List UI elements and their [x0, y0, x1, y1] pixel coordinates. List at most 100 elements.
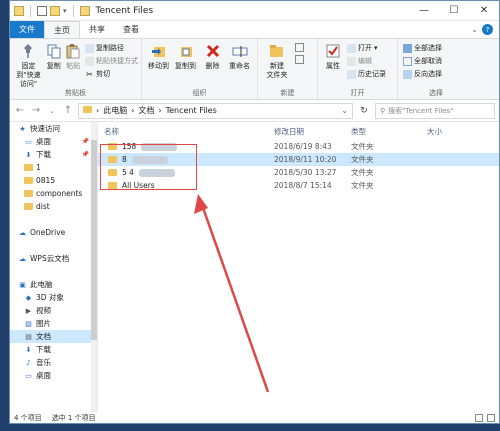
select-all-label: 全部选择 [414, 44, 442, 52]
desktop-icon: ▭ [25, 137, 32, 146]
chevron-down-icon[interactable]: ⌄ [341, 106, 348, 115]
group-open: 属性 打开 ▾ 编辑 历史记录 打开 [318, 39, 398, 99]
easy-access-icon [295, 55, 304, 64]
refresh-icon[interactable]: ↻ [357, 106, 371, 116]
history-dropdown-icon[interactable]: ⌄ [46, 107, 58, 115]
scissors-icon: ✂ [86, 69, 93, 79]
sidebar-item[interactable]: ⬇ 下载 [10, 343, 97, 356]
history-button[interactable]: 历史记录 [347, 69, 386, 79]
nav-scroll-thumb[interactable] [91, 140, 97, 340]
move-to-button[interactable]: 移动到 [145, 42, 172, 71]
cube-icon: ◆ [25, 293, 32, 302]
sidebar-item[interactable]: 0815 [10, 174, 97, 187]
sidebar-item[interactable]: ▭ 桌面 [10, 369, 97, 382]
item-count: 4 个项目 [14, 413, 42, 422]
sidebar-item[interactable]: ▣ 此电脑 [10, 278, 97, 291]
tab-file[interactable]: 文件 [10, 21, 44, 38]
sidebar-item[interactable]: ◆ 3D 对象 [10, 291, 97, 304]
folder-icon [83, 106, 92, 115]
ribbon: 固定到"快速访问" 复制 粘贴 复制路径 粘贴快捷方式 ✂ 剪切 剪贴板 移动到… [10, 38, 499, 100]
delete-button[interactable]: 删除 [199, 42, 226, 71]
sidebar-item[interactable]: ▨ 图片 [10, 317, 97, 330]
sidebar-item[interactable]: components [10, 187, 97, 200]
address-bar[interactable]: › 此电脑 › 文档 › Tencent Files ⌄ [78, 102, 353, 119]
sidebar-item[interactable]: ☁ WPS云文档 [10, 252, 97, 265]
sidebar-item-label: 桌面 [36, 137, 51, 146]
sidebar-item[interactable]: ♪ 音乐 [10, 356, 97, 369]
tab-share[interactable]: 共享 [80, 21, 114, 38]
file-type-cell: 文件夹 [351, 155, 374, 164]
ribbon-controls: ⌄ ? [471, 21, 499, 38]
open-button[interactable]: 打开 ▾ [347, 43, 386, 53]
help-icon[interactable]: ? [482, 24, 493, 35]
sidebar-item[interactable]: ▤ 文档 [10, 330, 97, 343]
sidebar-item[interactable]: 1 [10, 161, 97, 174]
document-icon: ▤ [25, 332, 32, 341]
group-new: 新建 文件夹 新建 [258, 39, 318, 99]
sidebar-item[interactable]: dist [10, 200, 97, 213]
column-type[interactable]: 类型 [345, 126, 421, 137]
nav-scrollbar[interactable] [91, 122, 97, 412]
sidebar-item[interactable]: ★ 快速访问 [10, 122, 97, 135]
breadcrumb-this-pc[interactable]: 此电脑 [103, 105, 127, 116]
qa-dropdown-icon[interactable]: ▾ [63, 7, 67, 15]
view-switcher [475, 413, 499, 422]
breadcrumb-separator: › [96, 106, 100, 115]
maximize-button[interactable]: ☐ [439, 1, 469, 21]
quick-access-toolbar: ▾ [10, 4, 90, 17]
paste-label: 粘贴 [66, 62, 81, 70]
new-folder-button[interactable]: 新建 文件夹 [261, 42, 293, 80]
breadcrumb-tencent-files[interactable]: Tencent Files [166, 106, 217, 115]
easy-access-button[interactable] [295, 55, 304, 64]
copy-button[interactable]: 复制 [44, 42, 64, 71]
new-folder-label: 新建 文件夹 [266, 62, 288, 79]
up-icon[interactable]: ↑ [62, 105, 74, 116]
copy-path-button[interactable]: 复制路径 [85, 43, 138, 53]
new-folder-icon[interactable] [50, 5, 60, 16]
select-none-button[interactable]: 全部取消 [403, 56, 442, 66]
copy-to-button[interactable]: 复制到 [172, 42, 199, 71]
sidebar-item[interactable]: ▶ 视频 [10, 304, 97, 317]
close-button[interactable]: ✕ [469, 1, 499, 21]
star-icon: ★ [19, 124, 26, 133]
pin-quick-access-button[interactable]: 固定到"快速访问" [13, 42, 44, 89]
sidebar-item-label: 下载 [36, 150, 51, 159]
paste-button[interactable]: 粘贴 [63, 42, 83, 71]
properties-button[interactable]: 属性 [321, 42, 345, 71]
sidebar-item[interactable]: ▭ 桌面 📌 [10, 135, 97, 148]
paste-shortcut-button[interactable]: 粘贴快捷方式 [85, 56, 138, 66]
cut-button[interactable]: ✂ 剪切 [85, 69, 138, 79]
minimize-button[interactable]: — [409, 1, 439, 21]
rename-button[interactable]: 重命名 [226, 42, 253, 71]
pin-icon: 📌 [81, 138, 89, 145]
group-select: 全部选择 全部取消 反向选择 选择 [398, 39, 474, 99]
folder-icon[interactable] [14, 5, 24, 16]
sidebar-item-label: 文档 [36, 332, 51, 341]
breadcrumb-documents[interactable]: 文档 [138, 105, 154, 116]
tab-view[interactable]: 查看 [114, 21, 148, 38]
sidebar-item[interactable]: ⬇ 下载 📌 [10, 148, 97, 161]
column-size[interactable]: 大小 [421, 126, 481, 137]
select-none-icon [403, 56, 412, 66]
column-date[interactable]: 修改日期 [268, 126, 345, 137]
copy-to-label: 复制到 [175, 62, 196, 70]
invert-selection-button[interactable]: 反向选择 [403, 69, 442, 79]
large-icons-view-icon[interactable] [487, 413, 495, 422]
back-icon[interactable]: ← [14, 105, 26, 116]
forward-icon[interactable]: → [30, 105, 42, 116]
new-item-button[interactable] [295, 43, 304, 52]
column-name[interactable]: 名称 [98, 126, 268, 137]
chevron-down-icon[interactable]: ⌄ [471, 25, 478, 34]
sidebar-item-label: 视频 [36, 306, 51, 315]
details-view-icon[interactable] [475, 413, 483, 422]
new-item-icon [295, 43, 304, 52]
folder-icon [24, 164, 33, 172]
sidebar-item[interactable]: ☁ OneDrive [10, 226, 97, 239]
tab-home[interactable]: 主页 [44, 21, 80, 38]
search-input[interactable]: ⚲ 搜索"Tencent Files" [375, 102, 495, 119]
properties-icon[interactable] [37, 5, 47, 16]
select-all-button[interactable]: 全部选择 [403, 43, 442, 53]
edit-button[interactable]: 编辑 [347, 56, 386, 66]
chevron-down-icon: ▾ [374, 44, 378, 52]
